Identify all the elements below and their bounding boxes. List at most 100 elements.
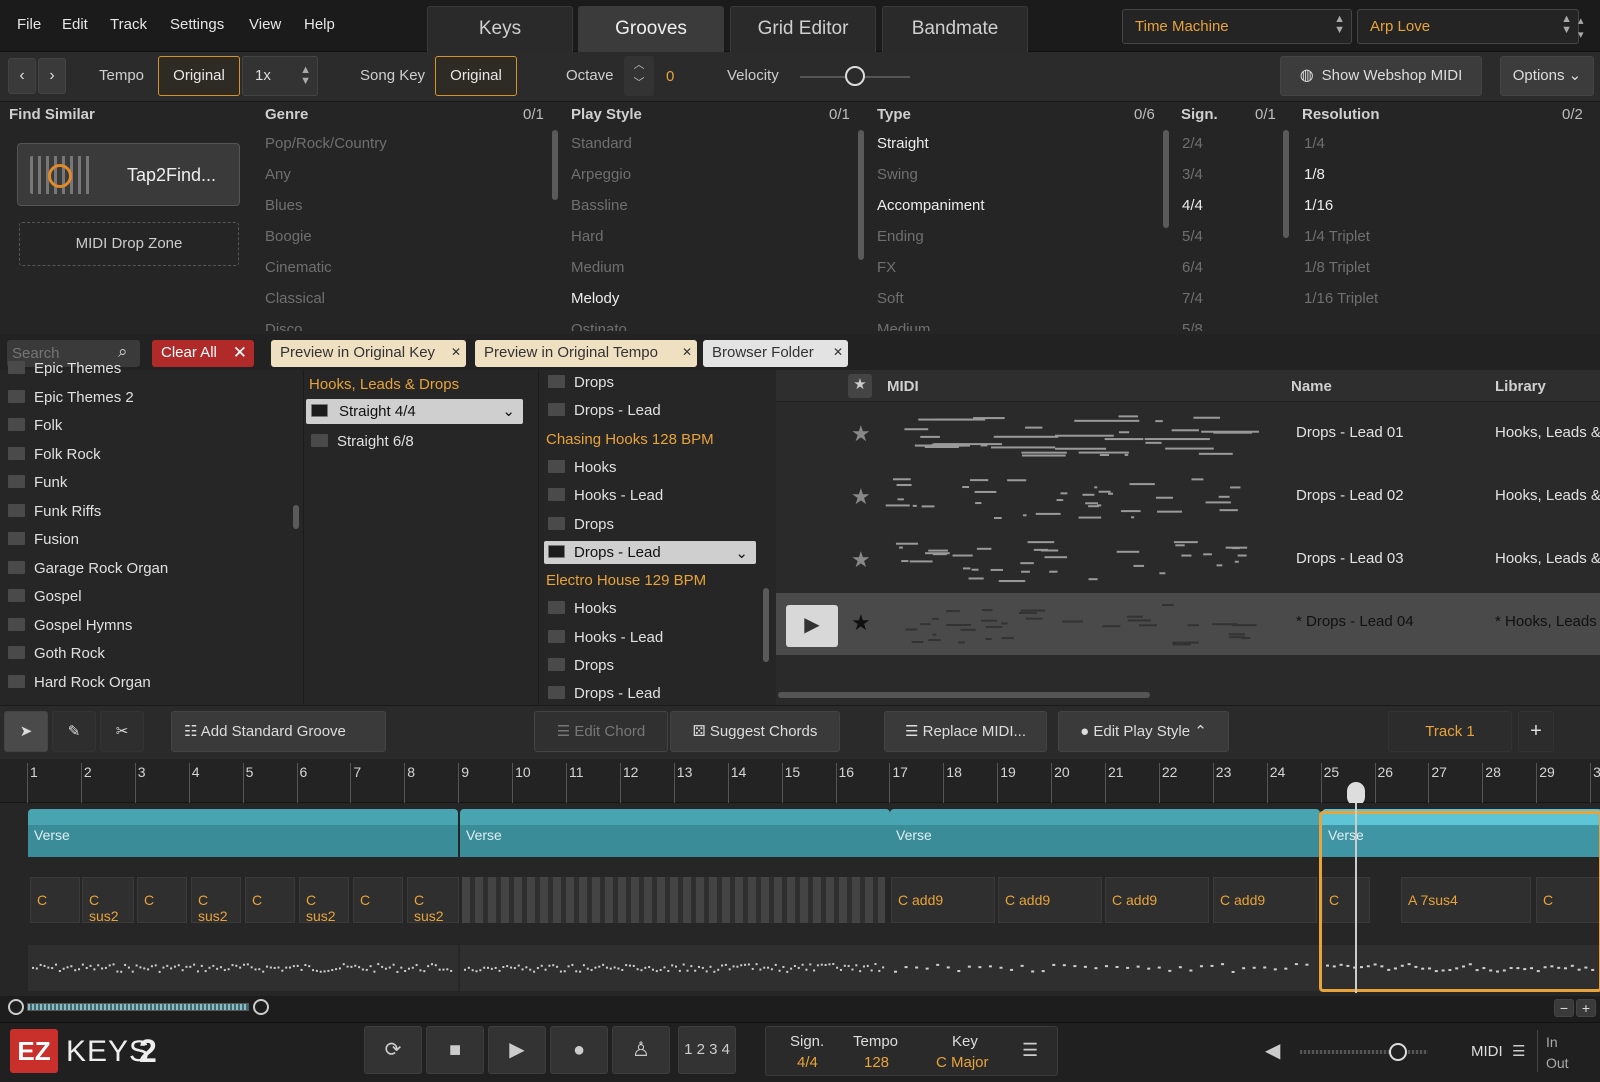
menu-settings[interactable]: Settings [170, 16, 224, 33]
metronome-icon[interactable]: ♙ [612, 1026, 670, 1074]
playstyle-item[interactable]: Standard [571, 135, 632, 152]
type-item[interactable]: Straight [877, 135, 929, 152]
style-folder[interactable]: Hooks - Lead [548, 629, 663, 646]
favorite-star-icon[interactable]: ★ [851, 484, 871, 510]
style-folder[interactable]: Hooks [548, 600, 617, 617]
type-item[interactable]: Accompaniment [877, 197, 985, 214]
star-filter-icon[interactable]: ★ [848, 374, 872, 398]
pencil-tool-icon[interactable]: ✎ [52, 711, 96, 752]
sign-item[interactable]: 4/4 [1182, 197, 1203, 214]
style-folder[interactable]: Drops - Lead [548, 402, 661, 419]
song-key-button[interactable]: Original [435, 56, 517, 96]
zoom-handle-left[interactable] [8, 999, 24, 1015]
favorite-star-icon[interactable]: ★ [851, 610, 871, 636]
resolution-item[interactable]: 1/4 [1304, 135, 1325, 152]
chord-block[interactable]: C sus2 [407, 877, 459, 924]
type-item[interactable]: Soft [877, 290, 904, 307]
library-folder[interactable]: Gospel [8, 588, 82, 605]
tab-bandmate[interactable]: Bandmate [882, 6, 1028, 52]
volume-slider-track[interactable] [1300, 1050, 1428, 1054]
library-folder[interactable]: Hard Rock Organ [8, 674, 151, 691]
sign-item[interactable]: 5/4 [1182, 228, 1203, 245]
sign-item[interactable]: 3/4 [1182, 166, 1203, 183]
chord-block[interactable]: C [30, 877, 80, 923]
chord-slot-strip[interactable] [462, 877, 885, 923]
close-icon[interactable]: ✕ [833, 340, 843, 365]
tap2find-button[interactable]: Tap2Find... [17, 143, 240, 206]
library-folder[interactable]: Gospel Hymns [8, 617, 132, 634]
style-folder[interactable]: Drops [548, 374, 614, 391]
zoom-out-icon[interactable]: − [1554, 999, 1574, 1017]
menu-edit[interactable]: Edit [62, 16, 88, 33]
library-folder[interactable]: Epic Themes [8, 360, 121, 377]
tempo-mode-button[interactable]: Original [158, 56, 240, 96]
chord-block[interactable]: C add9 [998, 877, 1102, 923]
resolution-item[interactable]: 1/8 Triplet [1304, 259, 1370, 276]
suggest-chords-button[interactable]: ⚄ Suggest Chords [670, 711, 840, 752]
play-icon[interactable]: ▶ [488, 1026, 546, 1074]
library-folder[interactable]: Fusion [8, 531, 79, 548]
style-scrollbar[interactable] [763, 588, 769, 662]
genre-item[interactable]: Cinematic [265, 259, 332, 276]
type-item[interactable]: Ending [877, 228, 924, 245]
playstyle-item[interactable]: Melody [571, 290, 619, 307]
type-list[interactable]: Straight Swing Accompaniment Ending FX Soft Me… [877, 135, 1157, 331]
close-icon[interactable]: ✕ [682, 340, 692, 365]
sign-item[interactable]: 7/4 [1182, 290, 1203, 307]
type-item[interactable]: FX [877, 259, 896, 276]
zoom-in-icon[interactable]: + [1576, 999, 1596, 1017]
chord-block[interactable]: C add9 [1213, 877, 1317, 923]
count-in-button[interactable]: 1 2 3 4 [678, 1026, 736, 1074]
type-item[interactable]: Medium [877, 321, 930, 331]
style-folder[interactable]: Drops [548, 516, 614, 533]
genre-item[interactable]: Classical [265, 290, 325, 307]
resolution-item[interactable]: 1/4 Triplet [1304, 228, 1370, 245]
favorite-star-icon[interactable]: ★ [851, 421, 871, 447]
style-column[interactable]: Drops Drops - Lead Chasing Hooks 128 BPM Ho… [544, 370, 760, 705]
replace-midi-button[interactable]: ☰ Replace MIDI... [884, 711, 1047, 752]
midi-lane[interactable] [890, 945, 1320, 991]
octave-stepper[interactable]: ︿ ﹀ [624, 56, 654, 96]
volume-slider-knob[interactable] [1389, 1043, 1407, 1061]
chord-block[interactable]: C sus2 [82, 877, 134, 924]
tab-grooves[interactable]: Grooves [578, 6, 724, 52]
tab-keys[interactable]: Keys [427, 6, 573, 52]
style-folder[interactable]: Hooks - Lead [548, 487, 663, 504]
style-title[interactable]: Electro House 129 BPM [546, 572, 706, 589]
playstyle-scrollbar[interactable] [858, 130, 864, 260]
playstyle-list[interactable]: Standard Arpeggio Bassline Hard Medium Melody… [571, 135, 851, 331]
style-folder[interactable]: Hooks [548, 459, 617, 476]
genre-item[interactable]: Boogie [265, 228, 312, 245]
preset-select[interactable]: Arp Love ▲ ▼ [1357, 9, 1579, 44]
style-folder[interactable]: Drops - Lead ⌄ [544, 540, 756, 564]
forward-arrow-icon[interactable]: › [38, 58, 66, 94]
midi-list-hscroll[interactable] [778, 692, 1150, 698]
sign-scrollbar[interactable] [1283, 130, 1289, 238]
speaker-icon[interactable]: ◀ [1265, 1038, 1280, 1063]
library-scrollbar[interactable] [293, 505, 299, 529]
folder-straight-44[interactable]: Straight 4/4 ⌄ [306, 399, 523, 424]
velocity-slider-knob[interactable] [845, 66, 865, 86]
zoom-handle-right[interactable] [253, 999, 269, 1015]
song-part[interactable]: Verse [28, 809, 458, 857]
type-scrollbar[interactable] [1163, 130, 1169, 228]
midi-menu-icon[interactable]: ☰ [1512, 1042, 1525, 1060]
library-folder[interactable]: Goth Rock [8, 645, 105, 662]
playstyle-item[interactable]: Hard [571, 228, 604, 245]
tempo-multiplier-select[interactable]: 1x ▲ ▼ [242, 56, 318, 96]
instrument-select[interactable]: Time Machine ▲ ▼ [1122, 9, 1352, 44]
menu-help[interactable]: Help [304, 16, 335, 33]
sign-list[interactable]: 2/4 3/4 4/4 5/4 6/4 7/4 5/8 [1182, 135, 1282, 331]
back-arrow-icon[interactable]: ‹ [8, 58, 36, 94]
folder-straight-68[interactable]: Straight 6/8 [311, 433, 414, 450]
midi-lane[interactable] [460, 945, 890, 991]
add-track-button[interactable]: + [1518, 711, 1554, 752]
chord-block[interactable]: C add9 [1105, 877, 1209, 923]
playstyle-item[interactable]: Arpeggio [571, 166, 631, 183]
library-folder[interactable]: Funk Riffs [8, 503, 101, 520]
chip-browser-folder[interactable]: Browser Folder ✕ [703, 340, 848, 367]
sign-item[interactable]: 5/8 [1182, 321, 1203, 331]
chord-block[interactable]: C sus2 [299, 877, 349, 924]
sign-item[interactable]: 2/4 [1182, 135, 1203, 152]
overview-window[interactable] [27, 1003, 249, 1011]
